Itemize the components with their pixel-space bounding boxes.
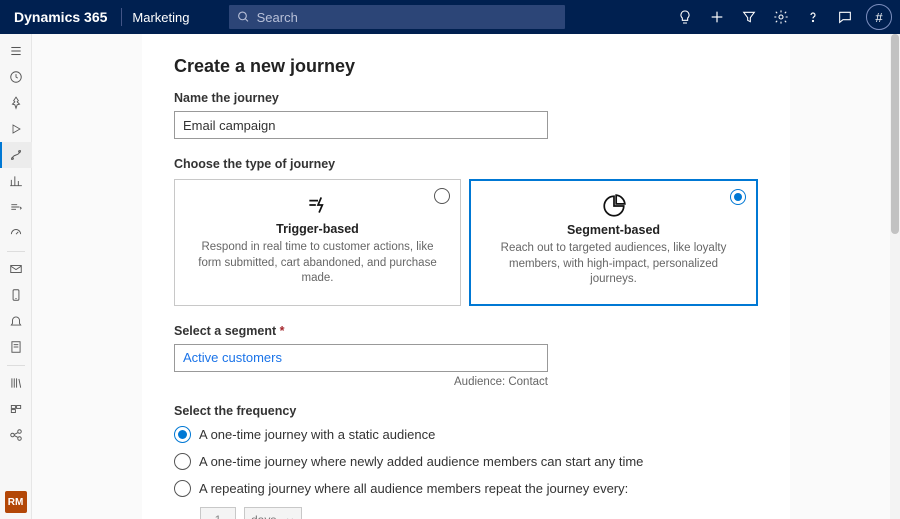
nav-bell-icon[interactable] xyxy=(0,308,32,334)
chat-icon[interactable] xyxy=(830,0,860,34)
help-icon[interactable] xyxy=(798,0,828,34)
card-title: Trigger-based xyxy=(193,222,442,236)
nav-pin-icon[interactable] xyxy=(0,90,32,116)
search-icon xyxy=(237,10,250,24)
add-icon[interactable] xyxy=(702,0,732,34)
lightbulb-icon[interactable] xyxy=(670,0,700,34)
select-value: days xyxy=(251,513,276,519)
nav-speed-icon[interactable] xyxy=(0,220,32,246)
card-desc: Respond in real time to customer actions… xyxy=(193,240,442,287)
top-bar: Dynamics 365 Marketing # xyxy=(0,0,900,34)
card-desc: Reach out to targeted audiences, like lo… xyxy=(489,241,738,288)
nav-journeys-icon[interactable] xyxy=(0,142,32,168)
option-label: A repeating journey where all audience m… xyxy=(199,481,628,496)
radio-selected-icon xyxy=(730,189,746,205)
type-card-segment[interactable]: Segment-based Reach out to targeted audi… xyxy=(469,179,758,306)
nav-assets-icon[interactable] xyxy=(0,396,32,422)
app-badge[interactable]: RM xyxy=(5,491,27,513)
radio-unselected-icon xyxy=(174,480,191,497)
nav-divider xyxy=(0,246,32,256)
nav-trigger-icon[interactable] xyxy=(0,194,32,220)
freq-option-once-static[interactable]: A one-time journey with a static audienc… xyxy=(174,426,758,443)
brand-divider xyxy=(121,8,122,26)
avatar[interactable]: # xyxy=(866,4,892,30)
nav-divider-2 xyxy=(0,360,32,370)
repeat-unit-select: days xyxy=(244,507,302,519)
filter-icon[interactable] xyxy=(734,0,764,34)
nav-library-icon[interactable] xyxy=(0,370,32,396)
repeat-count-input xyxy=(200,507,236,519)
type-label: Choose the type of journey xyxy=(174,157,758,171)
nav-email-icon[interactable] xyxy=(0,256,32,282)
content-area: Create a new journey Name the journey Ch… xyxy=(32,34,900,519)
nav-play-icon[interactable] xyxy=(0,116,32,142)
nav-hamburger-icon[interactable] xyxy=(0,38,32,64)
radio-unselected-icon xyxy=(434,188,450,204)
journey-form-panel: Create a new journey Name the journey Ch… xyxy=(142,34,790,519)
nav-connected-icon[interactable] xyxy=(0,422,32,448)
lightning-icon xyxy=(305,192,331,218)
radio-selected-icon xyxy=(174,426,191,443)
card-title: Segment-based xyxy=(489,223,738,237)
chevron-down-icon xyxy=(285,515,295,519)
scrollbar-track[interactable] xyxy=(890,34,900,519)
radio-unselected-icon xyxy=(174,453,191,470)
segment-label: Select a segment * xyxy=(174,324,758,338)
global-search[interactable] xyxy=(229,5,565,29)
journey-name-input[interactable] xyxy=(174,111,548,139)
module-name[interactable]: Marketing xyxy=(132,10,189,25)
segment-input[interactable] xyxy=(174,344,548,372)
freq-option-repeating[interactable]: A repeating journey where all audience m… xyxy=(174,480,758,497)
brand-name: Dynamics 365 xyxy=(14,9,107,25)
audience-note: Audience: Contact xyxy=(174,376,548,388)
option-label: A one-time journey where newly added aud… xyxy=(199,454,643,469)
page-title: Create a new journey xyxy=(174,56,758,77)
nav-recent-icon[interactable] xyxy=(0,64,32,90)
nav-mobile-icon[interactable] xyxy=(0,282,32,308)
scrollbar-thumb[interactable] xyxy=(891,34,899,234)
gear-icon[interactable] xyxy=(766,0,796,34)
type-card-trigger[interactable]: Trigger-based Respond in real time to cu… xyxy=(174,179,461,306)
pie-segment-icon xyxy=(601,193,627,219)
top-icons: # xyxy=(670,0,892,34)
left-nav: RM xyxy=(0,34,32,519)
freq-option-once-new[interactable]: A one-time journey where newly added aud… xyxy=(174,453,758,470)
nav-form-icon[interactable] xyxy=(0,334,32,360)
option-label: A one-time journey with a static audienc… xyxy=(199,427,435,442)
name-label: Name the journey xyxy=(174,91,758,105)
nav-analytics-icon[interactable] xyxy=(0,168,32,194)
search-input[interactable] xyxy=(257,10,558,25)
frequency-label: Select the frequency xyxy=(174,404,758,418)
